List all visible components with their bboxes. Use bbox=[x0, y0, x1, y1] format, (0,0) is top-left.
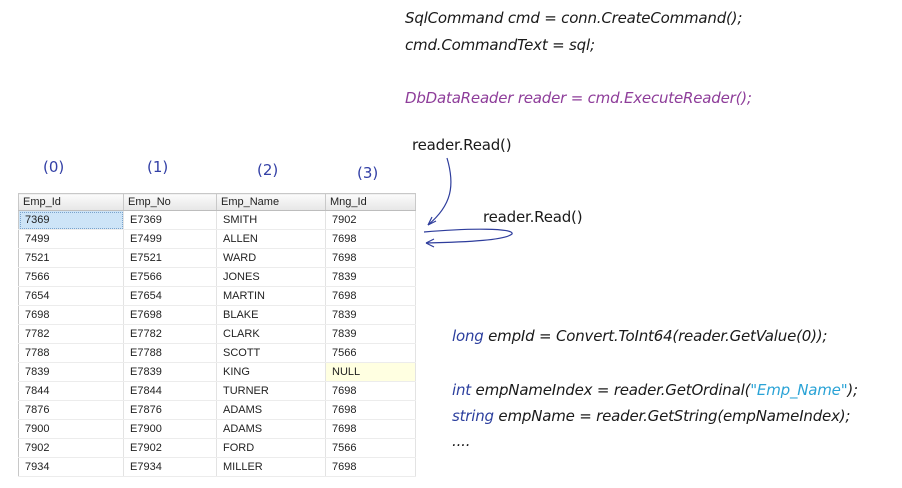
table-cell[interactable]: NULL bbox=[325, 362, 416, 382]
code-line-ellipsis: .... bbox=[452, 432, 471, 450]
table-cell[interactable]: E7566 bbox=[123, 267, 217, 287]
table-cell[interactable]: 7698 bbox=[325, 400, 416, 420]
table-row[interactable]: 7566 E7566 JONES 7839 bbox=[18, 267, 416, 287]
table-cell[interactable]: 7934 bbox=[18, 457, 124, 477]
table-cell[interactable]: MARTIN bbox=[216, 286, 326, 306]
table-cell[interactable]: 7698 bbox=[325, 419, 416, 439]
table-row[interactable]: 7902 E7902 FORD 7566 bbox=[18, 438, 416, 458]
table-row[interactable]: 7900 E7900 ADAMS 7698 bbox=[18, 419, 416, 439]
table-cell[interactable]: 7900 bbox=[18, 419, 124, 439]
table-cell[interactable]: 7698 bbox=[325, 248, 416, 268]
column-header-mng-id[interactable]: Mng_Id bbox=[325, 193, 416, 211]
table-cell[interactable]: TURNER bbox=[216, 381, 326, 401]
code-text: empId = Convert.ToInt64(reader.GetValue(… bbox=[483, 327, 828, 345]
table-cell[interactable]: E7844 bbox=[123, 381, 217, 401]
table-cell[interactable]: 7788 bbox=[18, 343, 124, 363]
code-line-get-string: string empName = reader.GetString(empNam… bbox=[452, 407, 850, 425]
table-cell[interactable]: ADAMS bbox=[216, 419, 326, 439]
table-cell[interactable]: WARD bbox=[216, 248, 326, 268]
table-cell[interactable]: 7566 bbox=[325, 438, 416, 458]
table-cell[interactable]: 7654 bbox=[18, 286, 124, 306]
table-row[interactable]: 7844 E7844 TURNER 7698 bbox=[18, 381, 416, 401]
table-cell[interactable]: 7499 bbox=[18, 229, 124, 249]
table-cell[interactable]: 7566 bbox=[325, 343, 416, 363]
arrow-read-2 bbox=[423, 228, 513, 244]
table-cell[interactable]: MILLER bbox=[216, 457, 326, 477]
table-row[interactable]: 7782 E7782 CLARK 7839 bbox=[18, 324, 416, 344]
table-cell[interactable]: BLAKE bbox=[216, 305, 326, 325]
string-literal: "Emp_Name" bbox=[750, 381, 848, 399]
code-line-get-value: long empId = Convert.ToInt64(reader.GetV… bbox=[452, 327, 827, 345]
table-cell[interactable]: SCOTT bbox=[216, 343, 326, 363]
table-cell[interactable]: E7369 bbox=[123, 210, 217, 230]
table-cell[interactable]: KING bbox=[216, 362, 326, 382]
keyword-string: string bbox=[452, 407, 494, 425]
table-row[interactable]: 7839 E7839 KING NULL bbox=[18, 362, 416, 382]
table-row[interactable]: 7521 E7521 WARD 7698 bbox=[18, 248, 416, 268]
code-text: empNameIndex = reader.GetOrdinal( bbox=[470, 381, 751, 399]
table-cell[interactable]: 7521 bbox=[18, 248, 124, 268]
table-cell[interactable]: 7839 bbox=[325, 267, 416, 287]
table-cell[interactable]: E7788 bbox=[123, 343, 217, 363]
table-cell[interactable]: E7934 bbox=[123, 457, 217, 477]
table-cell[interactable]: 7698 bbox=[18, 305, 124, 325]
table-cell[interactable]: 7902 bbox=[18, 438, 124, 458]
table-cell[interactable]: 7839 bbox=[325, 324, 416, 344]
table-cell[interactable]: 7902 bbox=[325, 210, 416, 230]
column-header-emp-no[interactable]: Emp_No bbox=[123, 193, 217, 211]
arrow-read-1 bbox=[427, 157, 452, 226]
table-cell[interactable]: E7499 bbox=[123, 229, 217, 249]
table-cell[interactable]: CLARK bbox=[216, 324, 326, 344]
table-cell[interactable]: 7876 bbox=[18, 400, 124, 420]
table-cell[interactable]: 7698 bbox=[325, 457, 416, 477]
table-cell[interactable]: 7698 bbox=[325, 381, 416, 401]
code-text: empName = reader.GetString(empNameIndex)… bbox=[493, 407, 851, 425]
grid-body: 7369 E7369 SMITH 7902 7499 E7499 ALLEN 7698 7521… bbox=[18, 210, 416, 477]
table-cell[interactable]: 7566 bbox=[18, 267, 124, 287]
column-header-emp-id[interactable]: Emp_Id bbox=[18, 193, 124, 211]
table-cell[interactable]: E7782 bbox=[123, 324, 217, 344]
table-row[interactable]: 7654 E7654 MARTIN 7698 bbox=[18, 286, 416, 306]
table-cell[interactable]: E7521 bbox=[123, 248, 217, 268]
table-cell[interactable]: ALLEN bbox=[216, 229, 326, 249]
table-row[interactable]: 7499 E7499 ALLEN 7698 bbox=[18, 229, 416, 249]
table-cell[interactable]: SMITH bbox=[216, 210, 326, 230]
table-cell[interactable]: E7902 bbox=[123, 438, 217, 458]
grid-header-row: Emp_Id Emp_No Emp_Name Mng_Id bbox=[18, 193, 416, 211]
table-row[interactable]: 7934 E7934 MILLER 7698 bbox=[18, 457, 416, 477]
table-cell[interactable]: 7839 bbox=[18, 362, 124, 382]
table-cell[interactable]: E7839 bbox=[123, 362, 217, 382]
table-cell[interactable]: 7369 bbox=[18, 210, 124, 230]
result-grid: Emp_Id Emp_No Emp_Name Mng_Id 7369 E7369 S… bbox=[18, 193, 416, 477]
table-cell[interactable]: E7698 bbox=[123, 305, 217, 325]
table-row[interactable]: 7698 E7698 BLAKE 7839 bbox=[18, 305, 416, 325]
table-cell[interactable]: 7844 bbox=[18, 381, 124, 401]
table-row[interactable]: 7788 E7788 SCOTT 7566 bbox=[18, 343, 416, 363]
table-cell[interactable]: ADAMS bbox=[216, 400, 326, 420]
table-row[interactable]: 7876 E7876 ADAMS 7698 bbox=[18, 400, 416, 420]
table-cell[interactable]: FORD bbox=[216, 438, 326, 458]
table-cell[interactable]: 7839 bbox=[325, 305, 416, 325]
table-cell[interactable]: 7782 bbox=[18, 324, 124, 344]
code-line-get-ordinal: int empNameIndex = reader.GetOrdinal("Em… bbox=[452, 381, 858, 399]
column-header-emp-name[interactable]: Emp_Name bbox=[216, 193, 326, 211]
table-cell[interactable]: E7654 bbox=[123, 286, 217, 306]
table-cell[interactable]: JONES bbox=[216, 267, 326, 287]
table-cell[interactable]: E7900 bbox=[123, 419, 217, 439]
table-row[interactable]: 7369 E7369 SMITH 7902 bbox=[18, 210, 416, 230]
table-cell[interactable]: 7698 bbox=[325, 229, 416, 249]
keyword-long: long bbox=[452, 327, 484, 345]
keyword-int: int bbox=[452, 381, 471, 399]
code-text: ); bbox=[847, 381, 858, 399]
table-cell[interactable]: E7876 bbox=[123, 400, 217, 420]
table-cell[interactable]: 7698 bbox=[325, 286, 416, 306]
